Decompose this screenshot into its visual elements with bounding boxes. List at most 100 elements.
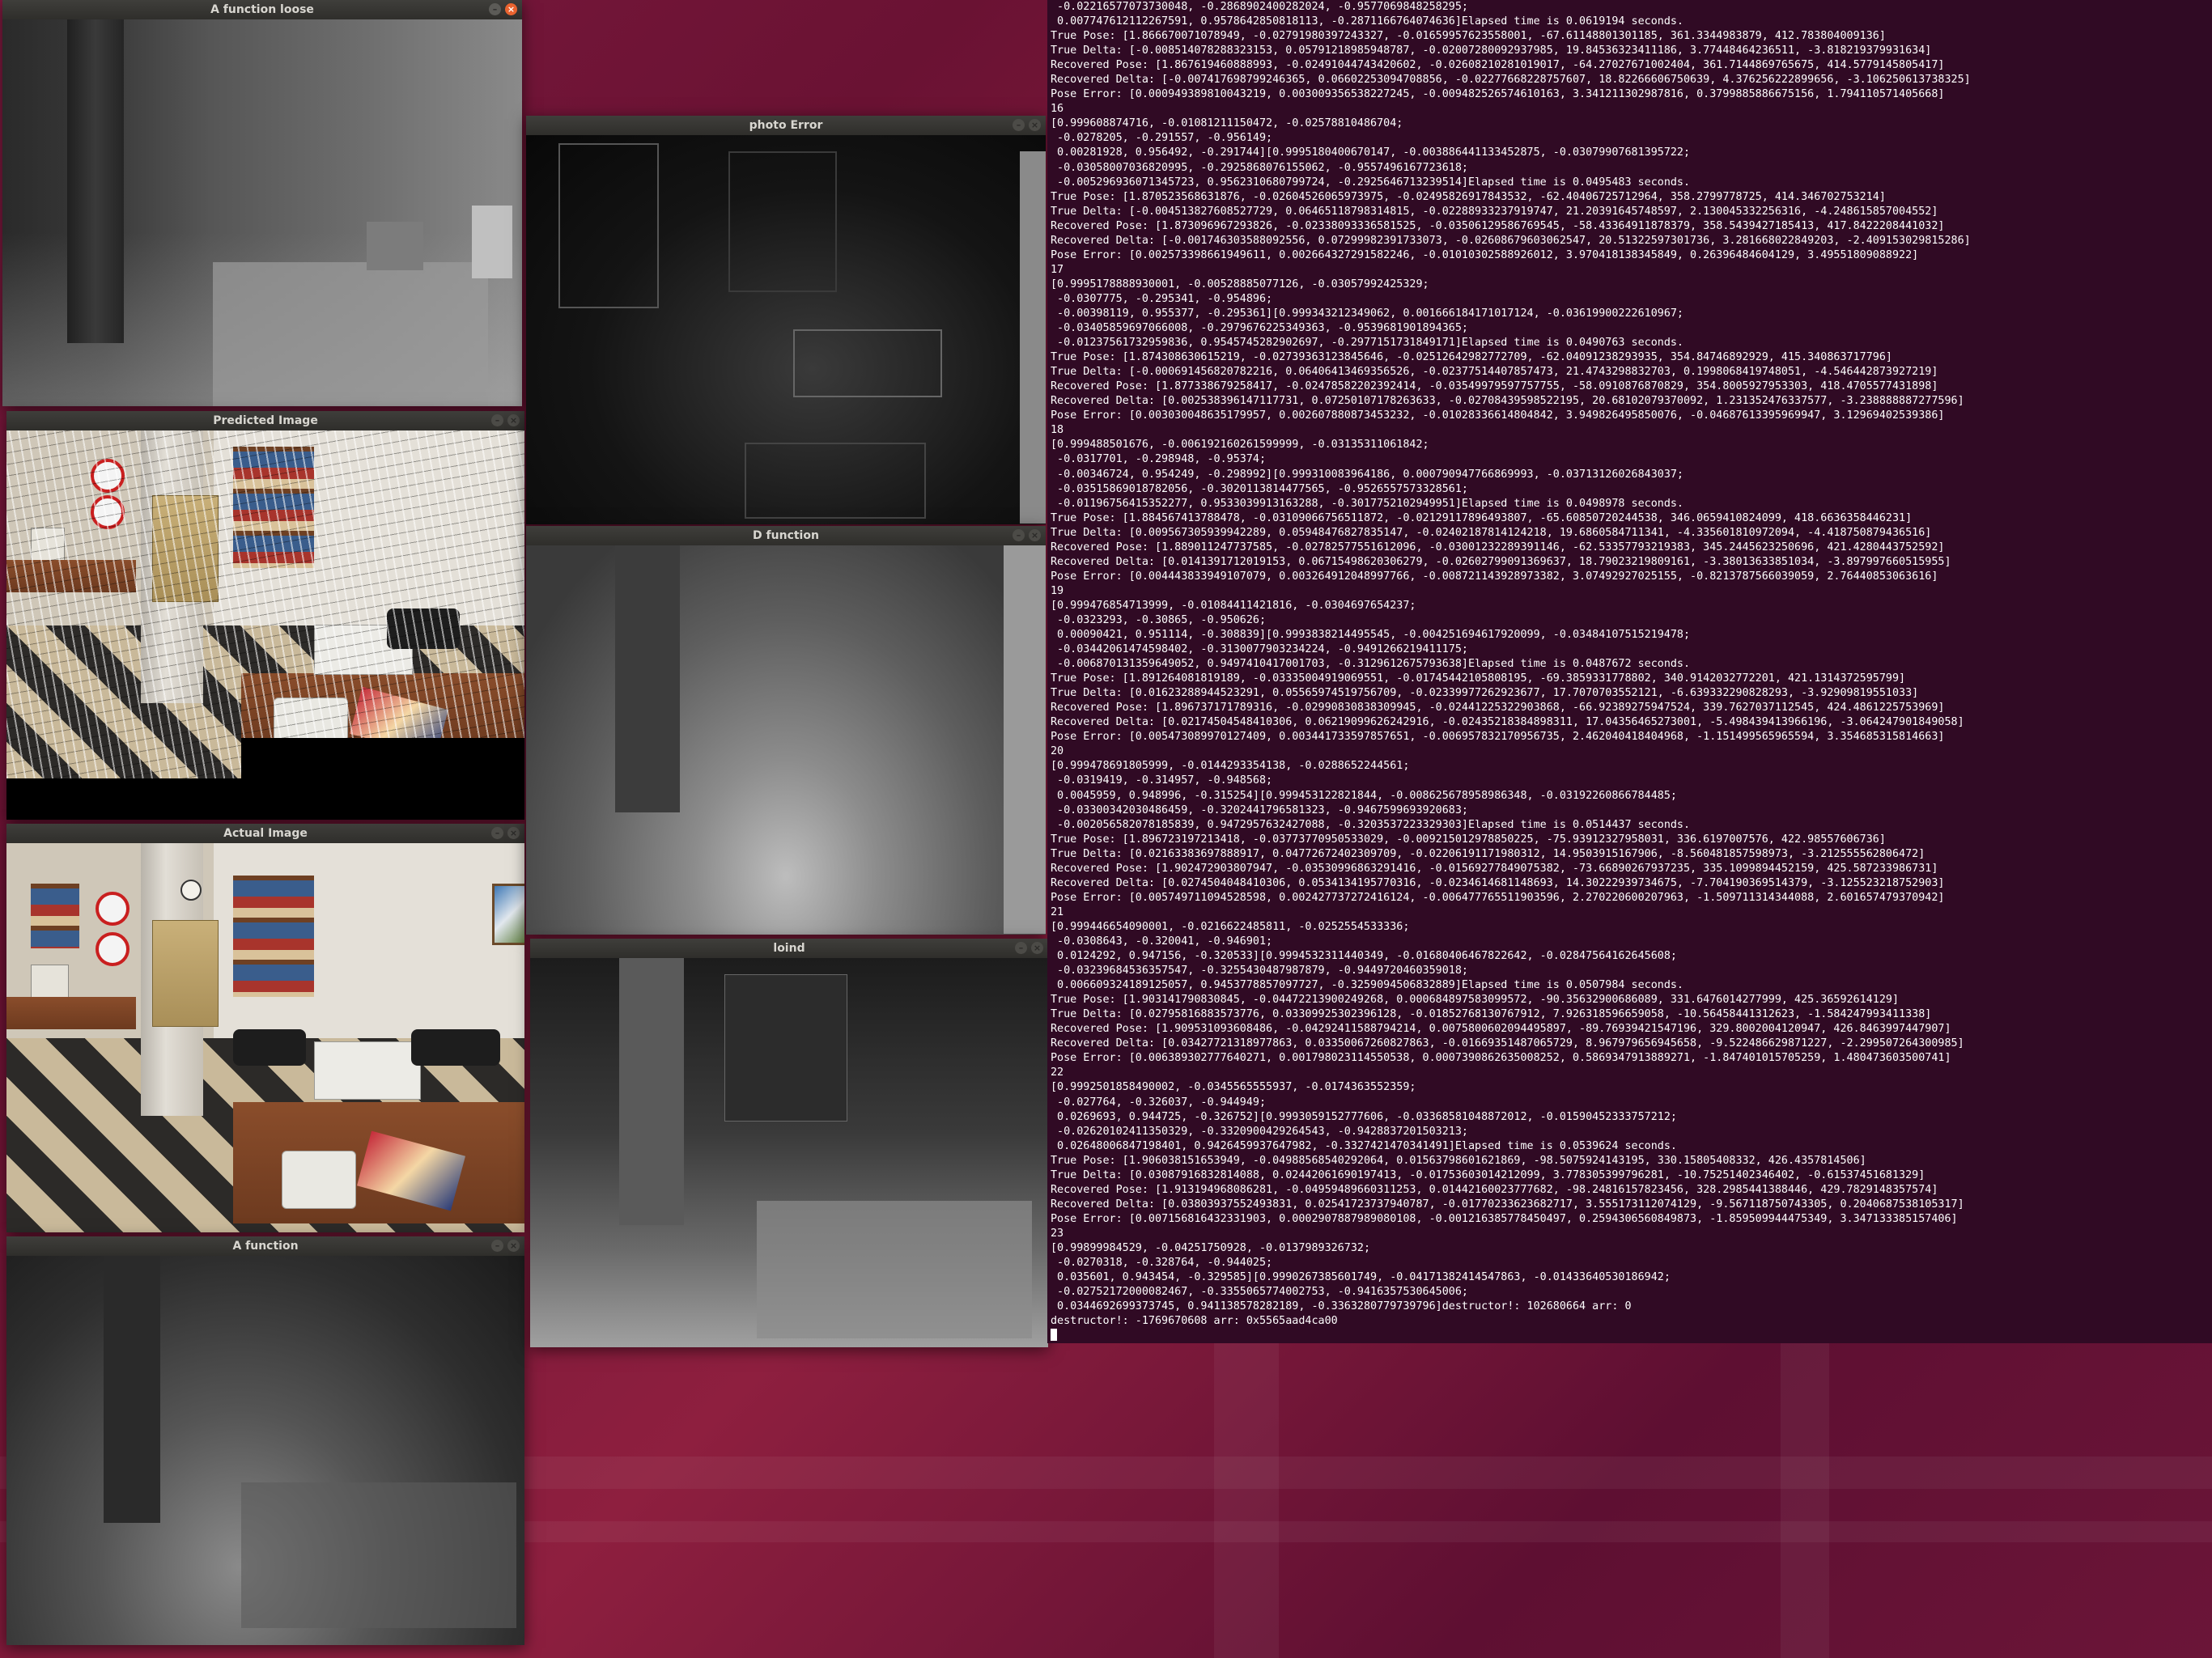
close-button[interactable]: × [507,414,520,426]
terminal-line: 0.0269693, 0.944725, -0.326752][0.999305… [1051,1110,1677,1123]
terminal-line: -0.0278205, -0.291557, -0.956149; [1051,132,1273,145]
terminal-line: [0.999608874716, -0.01081211150472, -0.0… [1051,117,1403,130]
wall-clock [180,880,202,901]
close-button[interactable]: × [505,3,517,15]
desk-shape [241,1482,516,1628]
close-button[interactable]: × [507,827,520,839]
window-title: D function [753,529,819,542]
window-titlebar[interactable]: Actual Image – × [6,824,524,843]
actual-image-canvas [6,843,524,1232]
desk-shape [757,1201,1032,1338]
window-titlebar[interactable]: A function – × [6,1236,524,1256]
terminal-line: True Pose: [1.884567413788478, -0.031090… [1051,511,1913,524]
printer [314,1041,421,1100]
terminal-line: -0.01196756415352277, 0.9533039913163288… [1051,497,1683,510]
bright-edge [1020,151,1046,524]
terminal-line: destructor!: -1769670608 arr: 0x5565aad4… [1051,1315,1338,1328]
d-function-canvas [526,545,1046,935]
terminal-line: Recovered Pose: [1.877338679258417, -0.0… [1051,380,1938,393]
terminal-line: Pose Error: [0.000949389810043219, 0.003… [1051,88,1945,101]
minimize-button[interactable]: – [491,827,503,839]
terminal-line: True Delta: [-0.008514078288323153, 0.05… [1051,45,1932,57]
terminal-line: True Delta: [0.01623288944523291, 0.0556… [1051,687,1919,700]
terminal-line: Recovered Delta: [0.0274504048410306, 0.… [1051,876,1945,889]
a-function-window[interactable]: A function – × [6,1236,524,1645]
terminal-window[interactable]: -0.02216577073730048, -0.286890240028202… [1047,0,2212,1343]
terminal-line: Recovered Pose: [1.889011247737585, -0.0… [1051,541,1945,553]
close-button[interactable]: × [1029,119,1041,131]
terminal-line: Pose Error: [0.005749711094528598, 0.002… [1051,891,1945,904]
terminal-line: Recovered Pose: [1.909531093608486, -0.0… [1051,1023,1951,1036]
terminal-line: -0.0323293, -0.30865, -0.950626; [1051,613,1267,626]
terminal-line: [0.9992501858490002, -0.0345565555937, -… [1051,1081,1416,1094]
terminal-line: -0.03405859697066008, -0.297967622534936… [1051,322,1468,335]
minimize-button[interactable]: – [1015,942,1027,954]
minimize-button[interactable]: – [489,3,501,15]
error-region [745,443,926,519]
pillar-shape [619,958,684,1225]
missing-pixels [241,738,524,787]
terminal-line: -0.03515869018782056, -0.302011381447756… [1051,482,1468,495]
terminal-line: Recovered Delta: [0.0141391712019153, 0.… [1051,555,1951,568]
error-region [728,151,837,292]
close-button[interactable]: × [507,1240,520,1252]
terminal-line: 21 [1051,905,1064,918]
terminal-line: Recovered Delta: [-0.001746303588092556,… [1051,234,1971,247]
terminal-line: 0.0344692699373745, 0.941138578282189, -… [1051,1300,1632,1313]
terminal-line: [0.9995178888930001, -0.00528885077126, … [1051,278,1429,290]
bright-edge [1004,545,1046,934]
loind-window[interactable]: loind – × [530,939,1048,1347]
window-titlebar[interactable]: A function loose – × [2,0,522,19]
error-region [558,143,659,308]
terminal-line: True Delta: [0.009567305939942289, 0.059… [1051,526,1932,539]
terminal-line: [0.999478691805999, -0.0144293354138, -0… [1051,760,1410,773]
terminal-line: 0.035601, 0.943454, -0.329585][0.9990267… [1051,1271,1671,1284]
pillar-shape [615,545,680,812]
terminal-line: -0.00398119, 0.955377, -0.295361][0.9993… [1051,307,1683,320]
window-titlebar[interactable]: Predicted Image – × [6,411,524,430]
wallpaper-stripe [1781,1343,1829,1658]
window-titlebar[interactable]: loind – × [530,939,1048,958]
close-button[interactable]: × [1029,529,1041,541]
terminal-line: -0.005296936071345723, 0.956231068079972… [1051,176,1691,189]
terminal-line: -0.002056582078185839, 0.947295763242708… [1051,818,1691,831]
minimize-button[interactable]: – [491,1240,503,1252]
terminal-line: True Pose: [1.866670071078949, -0.027919… [1051,30,1886,43]
terminal-line: 0.00090421, 0.951114, -0.308839][0.99938… [1051,629,1691,642]
terminal-line: 0.00281928, 0.956492, -0.291744][0.99951… [1051,146,1691,159]
photo-error-window[interactable]: photo Error – × [526,116,1046,524]
telephone [282,1151,356,1209]
error-region [793,329,942,397]
window-titlebar[interactable]: D function – × [526,526,1046,545]
terminal-line: -0.03300342030486459, -0.320244179658132… [1051,804,1468,816]
terminal-line: True Pose: [1.874308630615219, -0.027393… [1051,351,1892,364]
terminal-line: -0.0308643, -0.320041, -0.946901; [1051,935,1273,948]
no-smoking-sign [96,932,129,966]
chair-shape [472,206,512,278]
window-titlebar[interactable]: photo Error – × [526,116,1046,135]
terminal-line: Recovered Delta: [0.002538396147117731, … [1051,395,1964,408]
minimize-button[interactable]: – [491,414,503,426]
pillar-shape [67,19,124,343]
terminal-line: 0.0124292, 0.947156, -0.320533][0.999453… [1051,950,1677,963]
a-function-loose-window[interactable]: A function loose – × [2,0,522,406]
terminal-line: True Delta: [0.02163383697888917, 0.0477… [1051,847,1925,860]
wallpaper-stripe [1214,1343,1279,1658]
predicted-image-window[interactable]: Predicted Image – × [6,411,524,820]
terminal-line: -0.0319419, -0.314957, -0.948568; [1051,774,1273,787]
terminal-line: 23 [1051,1227,1064,1240]
actual-image-window[interactable]: Actual Image – × [6,824,524,1232]
terminal-line: 17 [1051,263,1064,276]
terminal-line: 19 [1051,584,1064,597]
terminal-line: [0.999476854713999, -0.01084411421816, -… [1051,599,1416,612]
d-function-window[interactable]: D function – × [526,526,1046,935]
terminal-line: 18 [1051,424,1064,437]
no-smoking-sign [96,892,129,926]
a-function-loose-canvas [2,19,522,406]
terminal-cursor [1051,1329,1057,1342]
close-button[interactable]: × [1031,942,1043,954]
terminal-line: -0.02752172000082467, -0.335506577400275… [1051,1286,1468,1299]
minimize-button[interactable]: – [1013,119,1025,131]
minimize-button[interactable]: – [1013,529,1025,541]
office-chair [411,1029,500,1066]
